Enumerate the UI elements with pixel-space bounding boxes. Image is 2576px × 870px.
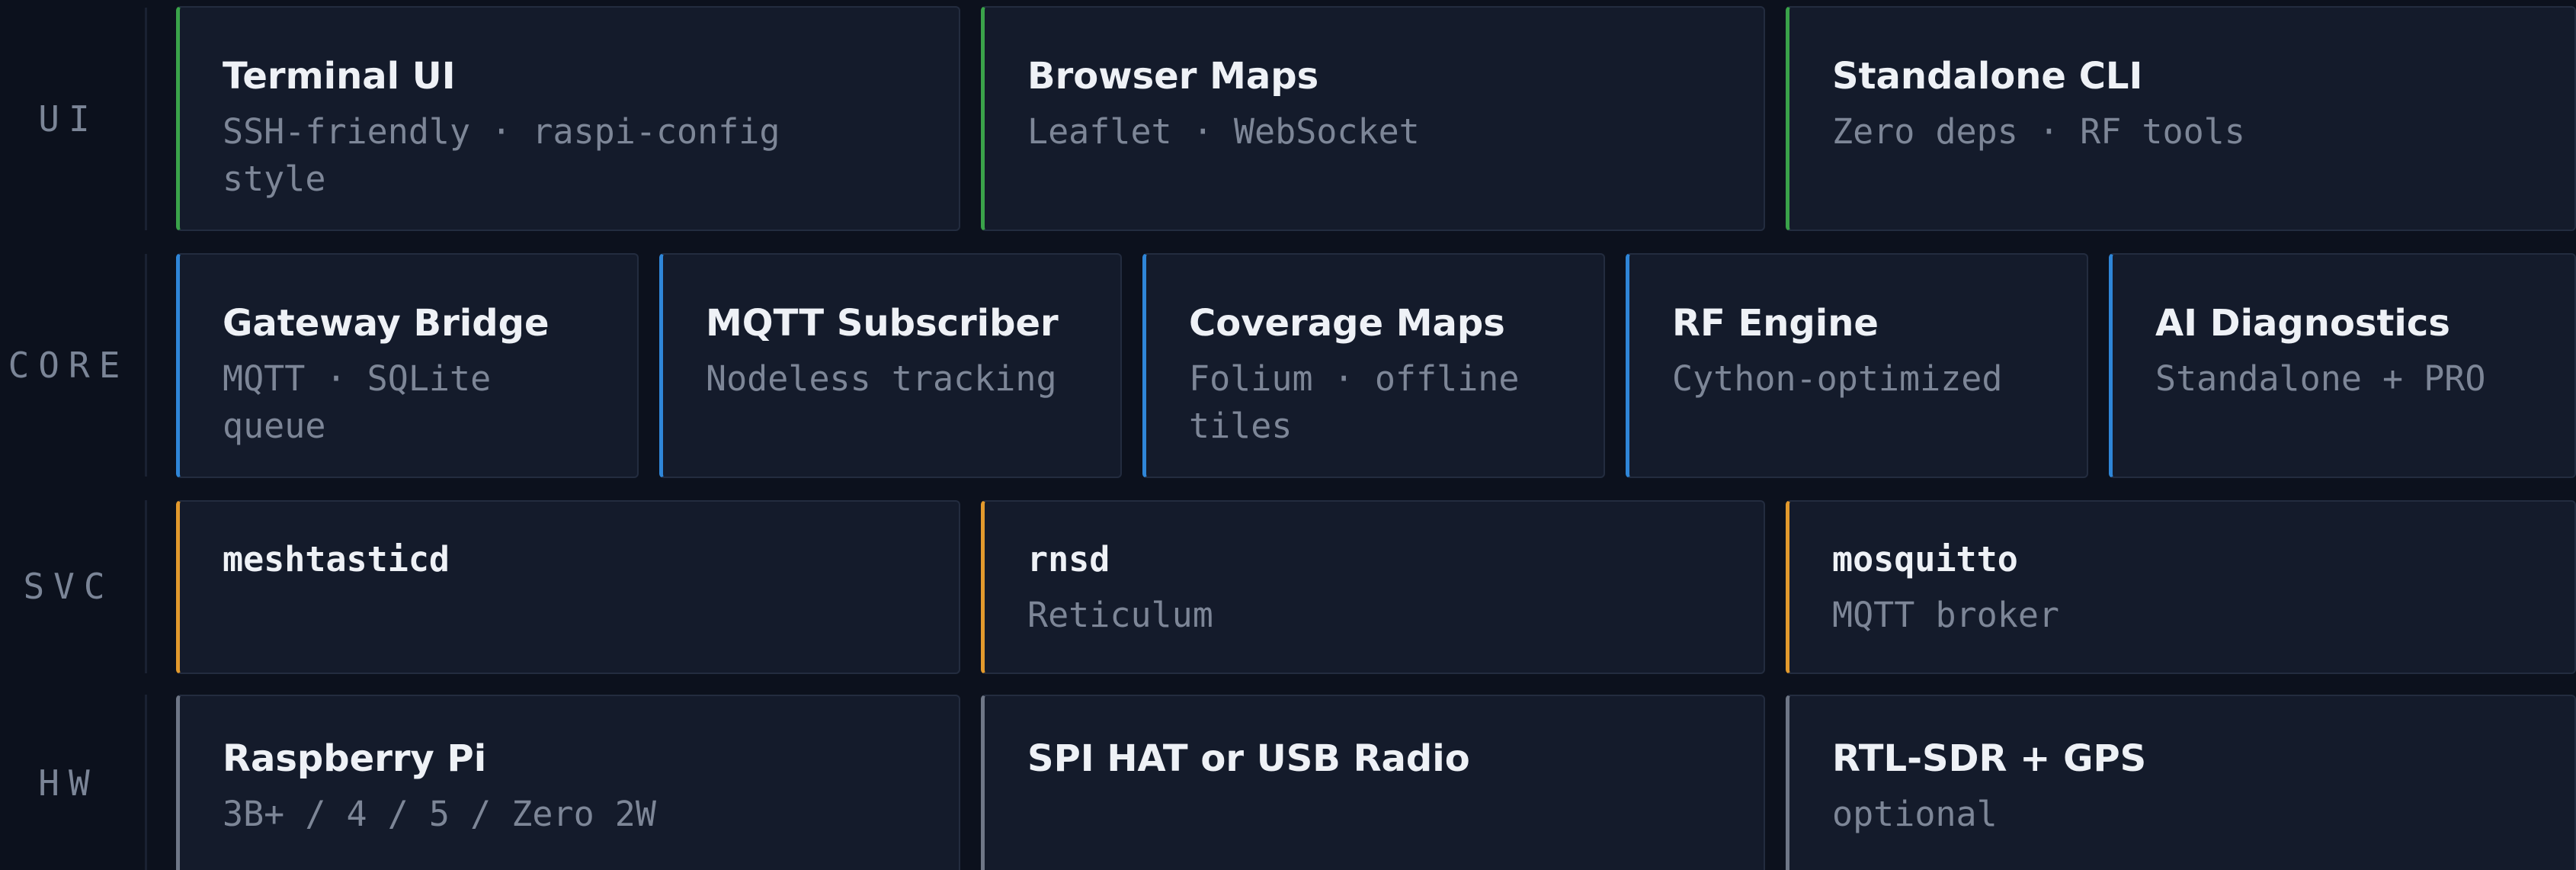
card-title: MQTT Subscriber xyxy=(706,302,1059,345)
card-title: Raspberry Pi xyxy=(223,737,487,780)
card-title: Gateway Bridge xyxy=(223,302,549,345)
card-title: Coverage Maps xyxy=(1189,302,1505,345)
card-subtitle: Zero deps · RF tools xyxy=(1832,111,2245,152)
card-subtitle: SSH-friendly · raspi-config style xyxy=(223,111,780,199)
layer-divider xyxy=(145,500,147,673)
layer-card-core-rf-engine: RF Engine Cython-optimized xyxy=(1626,253,2088,478)
card-title: AI Diagnostics xyxy=(2155,302,2450,345)
layer-label-core: CORE xyxy=(8,345,130,386)
layer-card-hw-raspberry-pi: Raspberry Pi 3B+ / 4 / 5 / Zero 2W xyxy=(176,695,960,870)
layer-card-core-coverage-maps: Coverage Maps Folium · offline tiles xyxy=(1142,253,1605,478)
layer-label-hw: HW xyxy=(38,762,99,804)
card-title: rnsd xyxy=(1027,539,1110,579)
card-title: meshtasticd xyxy=(223,539,450,579)
card-subtitle: Reticulum xyxy=(1027,595,1213,635)
layer-card-svc-meshtasticd: meshtasticd xyxy=(176,500,960,674)
layer-divider xyxy=(145,254,147,477)
card-title: mosquitto xyxy=(1832,539,2018,579)
layer-card-core-gateway-bridge: Gateway Bridge MQTT · SQLite queue xyxy=(176,253,639,478)
layer-card-core-mqtt-subscriber: MQTT Subscriber Nodeless tracking xyxy=(659,253,1122,478)
card-subtitle: Nodeless tracking xyxy=(706,358,1057,399)
layer-divider xyxy=(145,8,147,230)
card-title: Terminal UI xyxy=(223,55,456,98)
layer-card-ui-standalone-cli: Standalone CLI Zero deps · RF tools xyxy=(1786,6,2576,231)
card-title: RF Engine xyxy=(1672,302,1879,345)
layer-divider xyxy=(145,695,147,870)
layer-card-svc-rnsd: rnsd Reticulum xyxy=(981,500,1765,674)
layer-label-svc: SVC xyxy=(23,566,114,607)
layer-card-core-ai-diagnostics: AI Diagnostics Standalone + PRO xyxy=(2109,253,2576,478)
card-title: SPI HAT or USB Radio xyxy=(1027,737,1470,780)
layer-card-hw-rtl-sdr-gps: RTL-SDR + GPS optional xyxy=(1786,695,2576,870)
card-title: RTL-SDR + GPS xyxy=(1832,737,2147,780)
layer-card-ui-terminal: Terminal UI SSH-friendly · raspi-config … xyxy=(176,6,960,231)
card-subtitle: 3B+ / 4 / 5 / Zero 2W xyxy=(223,794,656,834)
card-subtitle: Folium · offline tiles xyxy=(1189,358,1520,446)
card-subtitle: MQTT · SQLite queue xyxy=(223,358,492,446)
layer-label-ui: UI xyxy=(38,98,99,140)
architecture-diagram: UI CORE SVC HW Terminal UI SSH-friendly … xyxy=(0,0,2576,870)
card-subtitle: optional xyxy=(1832,794,1998,834)
card-subtitle: Standalone + PRO xyxy=(2155,358,2486,399)
card-title: Standalone CLI xyxy=(1832,55,2143,98)
layer-card-svc-mosquitto: mosquitto MQTT broker xyxy=(1786,500,2576,674)
card-subtitle: Cython-optimized xyxy=(1672,358,2003,399)
layer-card-hw-radio: SPI HAT or USB Radio xyxy=(981,695,1765,870)
card-title: Browser Maps xyxy=(1027,55,1319,98)
card-subtitle: MQTT broker xyxy=(1832,595,2060,635)
layer-card-ui-browser-maps: Browser Maps Leaflet · WebSocket xyxy=(981,6,1765,231)
card-subtitle: Leaflet · WebSocket xyxy=(1027,111,1420,152)
